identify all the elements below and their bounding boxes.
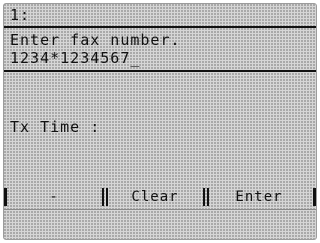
fax-number-value: 1234*1234567 (10, 49, 131, 67)
softkey-bar-right-edge (313, 188, 316, 206)
tx-time-label: Tx Time : (10, 118, 101, 136)
fax-number-field[interactable]: 1234*1234567_ (10, 49, 140, 67)
softkey-left[interactable]: - (10, 188, 98, 206)
softkey-bar: - Clear Enter (4, 188, 316, 206)
input-divider (4, 70, 316, 72)
softkey-enter[interactable]: Enter (211, 188, 307, 206)
screen-header-index: 1: (10, 6, 31, 24)
fax-device-panel: 1: Enter fax number. 1234*1234567_ Tx Ti… (0, 0, 320, 243)
softkey-clear[interactable]: Clear (110, 188, 200, 206)
lcd-screen: 1: Enter fax number. 1234*1234567_ Tx Ti… (3, 3, 317, 240)
header-divider (4, 26, 316, 28)
softkey-bar-left-edge (4, 188, 7, 206)
softkey-divider (203, 188, 209, 206)
prompt-label: Enter fax number. (10, 31, 181, 49)
softkey-divider (102, 188, 108, 206)
text-cursor: _ (130, 49, 141, 67)
bottom-status-strip (4, 209, 316, 239)
